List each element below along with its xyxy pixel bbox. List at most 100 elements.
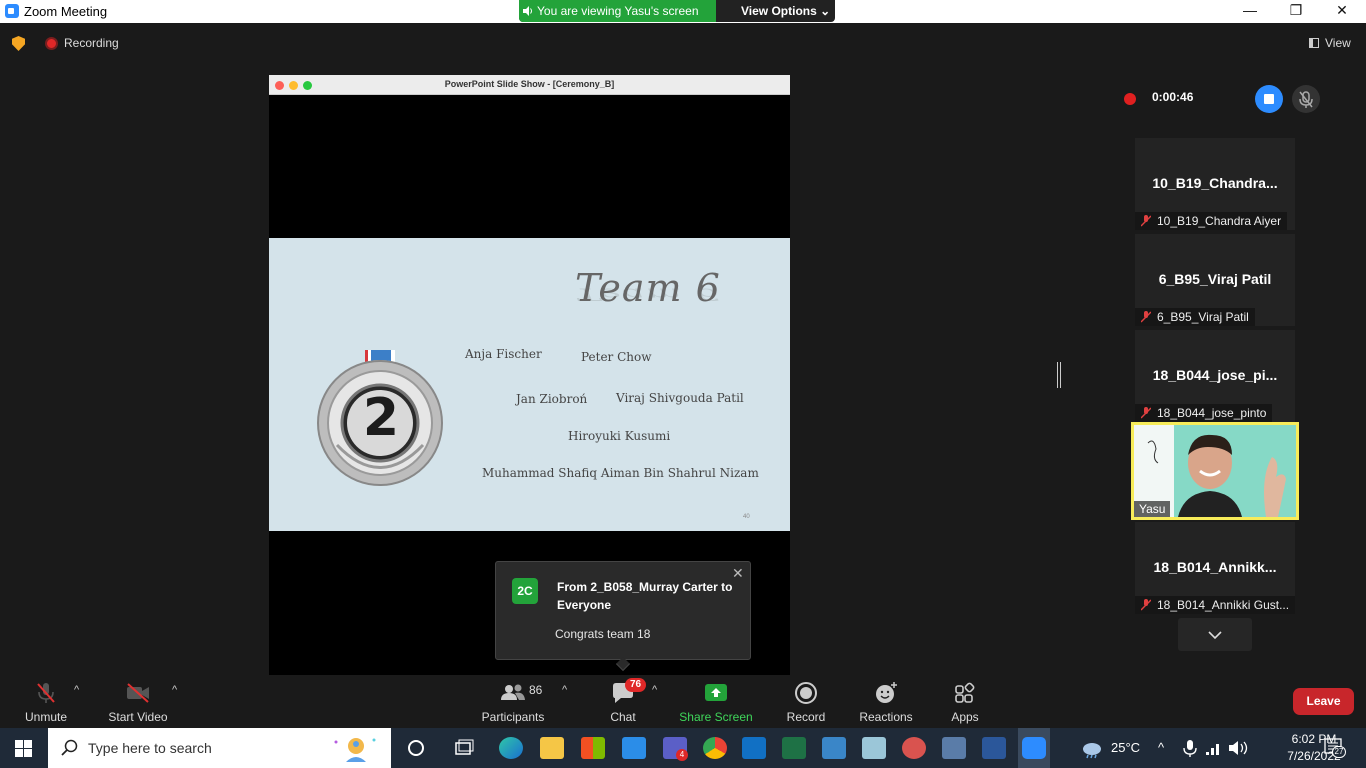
participant-label: 18_B044_jose_pinto [1135, 404, 1273, 422]
share-screen-button[interactable]: Share Screen [679, 680, 753, 724]
record-icon [795, 682, 817, 704]
security-shield-icon[interactable] [12, 36, 25, 51]
share-screen-label: Share Screen [679, 710, 753, 724]
mute-audio-button[interactable] [1292, 85, 1320, 113]
participant-tile[interactable]: 10_B19_Chandra... 10_B19_Chandra Aiyer [1135, 138, 1295, 230]
leave-button[interactable]: Leave [1293, 688, 1354, 715]
viewing-text: You are viewing Yasu's screen [537, 4, 699, 18]
participant-name: 18_B044_jose_pi... [1152, 367, 1278, 383]
participant-label-text: 18_B044_jose_pinto [1157, 406, 1267, 420]
snipping-tool-icon[interactable] [902, 737, 926, 759]
view-label: View [1325, 36, 1351, 50]
presentation-slide: 2 Team 6 Team 6 Anja Fischer Peter Chow … [269, 238, 790, 531]
chat-options-caret[interactable]: ^ [652, 684, 657, 696]
show-hidden-icons-icon[interactable]: ^ [1158, 740, 1164, 755]
word-icon[interactable] [982, 737, 1006, 759]
reactions-label: Reactions [859, 710, 913, 724]
video-off-icon [127, 683, 149, 703]
video-options-caret[interactable]: ^ [172, 684, 177, 696]
start-video-button[interactable]: Start Video [106, 680, 170, 724]
unmute-label: Unmute [24, 710, 68, 724]
windows-start-icon[interactable] [15, 740, 32, 757]
edge-browser-icon[interactable] [499, 737, 523, 759]
store-icon[interactable] [581, 737, 605, 759]
chat-notification[interactable]: 2C From 2_B058_Murray Carter to Everyone… [495, 561, 751, 672]
mail-icon[interactable] [622, 737, 646, 759]
sender-avatar: 2C [512, 578, 538, 604]
apps-label: Apps [951, 710, 979, 724]
participant-name: 18_B014_Annikk... [1153, 559, 1277, 575]
team-member-name: Viraj Shivgouda Patil [616, 391, 744, 405]
chat-unread-badge: 76 [625, 678, 647, 692]
weather-icon[interactable] [1080, 737, 1104, 759]
participant-label-text: 10_B19_Chandra Aiyer [1157, 214, 1282, 228]
apps-icon [955, 682, 975, 703]
view-button[interactable]: View [1309, 36, 1351, 50]
share-screen-icon [705, 684, 727, 701]
teams-badge: 4 [676, 749, 688, 761]
scroll-down-button[interactable] [1178, 618, 1252, 651]
search-highlight-icon [334, 738, 376, 762]
record-button[interactable]: Record [784, 680, 828, 724]
zoom-taskbar-icon[interactable] [1022, 737, 1046, 759]
speaker-icon [523, 6, 532, 16]
photos-icon[interactable] [822, 737, 846, 759]
minimize-button[interactable]: — [1227, 0, 1273, 23]
muted-mic-icon [1141, 311, 1151, 323]
window-title: Zoom Meeting [24, 4, 108, 19]
volume-icon[interactable] [1226, 737, 1250, 759]
recording-label[interactable]: Recording [64, 36, 119, 50]
participants-label: Participants [481, 710, 545, 724]
maximize-button[interactable]: ❐ [1273, 0, 1319, 23]
apps-button[interactable]: Apps [947, 680, 983, 724]
view-options-button[interactable]: View Options ⌄ [741, 0, 830, 22]
close-icon[interactable]: ✕ [732, 565, 744, 582]
unmute-button[interactable]: Unmute [20, 680, 72, 724]
recording-dot-icon [1124, 93, 1136, 105]
shared-window-titlebar: PowerPoint Slide Show - [Ceremony_B] [269, 75, 790, 95]
participant-tile[interactable]: 6_B95_Viraj Patil 6_B95_Viraj Patil [1135, 234, 1295, 326]
recording-indicator-icon [45, 37, 58, 50]
stop-recording-button[interactable] [1255, 85, 1283, 113]
participant-name: 6_B95_Viraj Patil [1158, 271, 1272, 287]
file-explorer-icon[interactable] [540, 737, 564, 759]
network-icon[interactable] [1202, 737, 1226, 759]
reactions-button[interactable]: Reactions [857, 680, 915, 724]
participant-label: 10_B19_Chandra Aiyer [1135, 212, 1288, 230]
medal-number: 2 [362, 388, 400, 448]
audio-options-caret[interactable]: ^ [74, 684, 79, 696]
microphone-icon[interactable] [1178, 737, 1202, 759]
temperature[interactable]: 25°C [1111, 740, 1140, 755]
notifications-button[interactable]: 27 [1324, 738, 1346, 758]
muted-mic-icon [1141, 599, 1151, 611]
chevron-down-icon: ⌄ [820, 4, 831, 18]
shared-window-title: PowerPoint Slide Show - [Ceremony_B] [444, 79, 615, 89]
chat-message: Congrats team 18 [555, 627, 651, 641]
view-layout-icon [1309, 38, 1319, 48]
participant-tile[interactable]: 18_B014_Annikk... 18_B014_Annikki Gust..… [1135, 522, 1295, 614]
outlook-icon[interactable] [742, 737, 766, 759]
excel-icon[interactable] [782, 737, 806, 759]
muted-mic-icon [1141, 407, 1151, 419]
chrome-icon[interactable] [703, 737, 727, 759]
notification-count: 27 [1332, 746, 1346, 758]
participant-tile[interactable]: 18_B044_jose_pi... 18_B044_jose_pinto [1135, 330, 1295, 422]
taskbar-search-box[interactable]: Type here to search [48, 728, 391, 768]
recording-timer: 0:00:46 [1152, 90, 1194, 104]
remote-desktop-icon[interactable] [942, 737, 966, 759]
cortana-icon[interactable] [404, 737, 428, 759]
notepad-icon[interactable] [862, 737, 886, 759]
participants-options-caret[interactable]: ^ [562, 684, 567, 696]
close-button[interactable]: ✕ [1319, 0, 1365, 23]
zoom-app-icon [5, 4, 19, 18]
task-view-icon[interactable] [452, 737, 476, 759]
search-placeholder: Type here to search [88, 740, 212, 756]
team-member-name: Hiroyuki Kusumi [568, 429, 671, 443]
video-participant-label: Yasu [1134, 501, 1171, 517]
active-speaker-video[interactable]: Yasu [1131, 422, 1299, 520]
panel-resize-handle[interactable] [1057, 362, 1061, 388]
search-icon [61, 739, 78, 756]
participant-label-text: 6_B95_Viraj Patil [1157, 310, 1249, 324]
team-member-name: Muhammad Shafiq Aiman Bin Shahrul Nizam [482, 466, 759, 480]
start-video-label: Start Video [108, 710, 168, 724]
